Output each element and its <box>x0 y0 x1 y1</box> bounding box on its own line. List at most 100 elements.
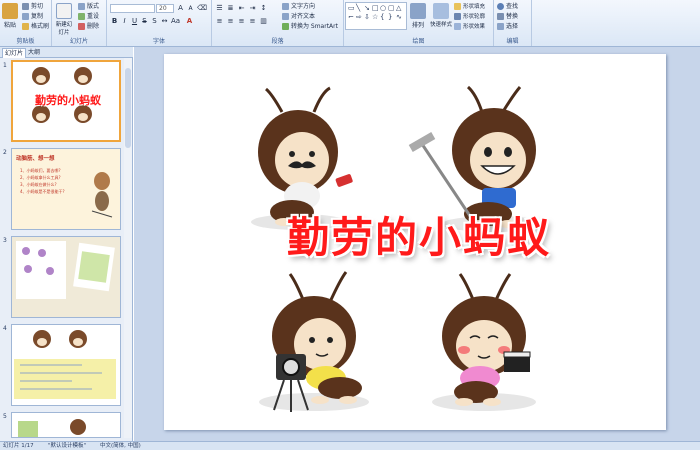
shape-outline-button[interactable]: 形状轮廓 <box>454 12 485 21</box>
paragraph-group: ☰ ≣ ⇤ ⇥ ↕ 文字方向 对齐文本 转换为 SmartArt ≡ ≡ ≡ ≡… <box>212 0 344 46</box>
cut-button[interactable]: 剪切 <box>22 2 43 11</box>
text-direction-button[interactable]: 文字方向 <box>282 2 315 11</box>
layout-button[interactable]: 版式 <box>78 2 99 11</box>
shrink-font-button[interactable]: A <box>186 4 195 13</box>
slide-number: 1 <box>3 62 7 69</box>
cursor-icon <box>497 23 504 30</box>
current-slide[interactable]: 勤劳的小蚂蚁 <box>164 54 666 430</box>
down-arrow-icon: ⇩ <box>364 13 370 21</box>
thumbnail-line: 2、小蚂蚁拿什么工具? <box>20 175 61 180</box>
effects-icon <box>454 23 461 30</box>
right-arrow-icon: ⇨ <box>356 13 362 21</box>
editing-group: 查找 替换 选择 编辑 <box>494 0 532 46</box>
outline-pen-icon <box>454 13 461 20</box>
clipboard-group: 粘贴 剪切 复制 格式刷 剪贴板 <box>0 0 52 46</box>
align-text-button[interactable]: 对齐文本 <box>282 12 315 21</box>
align-right-icon[interactable]: ≡ <box>237 17 246 26</box>
arrange-button[interactable]: 排列 <box>410 3 426 29</box>
increase-indent-icon[interactable]: ⇥ <box>248 4 257 13</box>
slide-number: 3 <box>3 237 7 244</box>
slide-thumbnail-1[interactable]: 勤劳的小蚂蚁 <box>11 60 121 142</box>
italic-button[interactable]: I <box>120 17 129 26</box>
tab-slides[interactable]: 幻灯片 <box>2 48 27 58</box>
panel-scrollbar[interactable] <box>124 58 132 438</box>
font-name-select[interactable] <box>110 4 155 13</box>
triangle-icon: △ <box>396 4 402 12</box>
paste-icon <box>2 3 18 19</box>
brush-icon <box>22 23 29 30</box>
columns-icon[interactable]: ▥ <box>259 17 268 26</box>
clear-format-icon[interactable]: ⌫ <box>197 4 207 13</box>
align-center-icon[interactable]: ≡ <box>226 17 235 26</box>
scrollbar-thumb[interactable] <box>125 68 131 148</box>
grow-font-button[interactable]: A <box>176 4 185 13</box>
char-spacing-button[interactable]: ↔ <box>160 17 169 26</box>
reset-icon <box>78 13 85 20</box>
text-box-icon: ▭ <box>348 4 355 12</box>
font-group: 20 A A ⌫ B I U S S ↔ Aa A 字体 <box>107 0 212 46</box>
change-case-button[interactable]: Aa <box>171 17 180 26</box>
thumbnail-title: 勤劳的小蚂蚁 <box>35 94 101 107</box>
slide-thumbnail-4[interactable] <box>11 324 121 406</box>
find-button[interactable]: 查找 <box>497 2 518 11</box>
ants-thumbnail-image <box>14 330 116 399</box>
font-color-button[interactable]: A <box>185 17 194 26</box>
slides-group-label: 幻灯片 <box>69 38 88 45</box>
slides-group: 新建幻灯片 版式 重设 删除 幻灯片 <box>52 0 107 46</box>
font-size-select[interactable]: 20 <box>156 4 174 13</box>
shadow-button[interactable]: S <box>150 17 159 26</box>
collage-thumbnail-image <box>16 241 115 299</box>
rounded-rect-icon: ▢ <box>388 4 395 12</box>
connector-icon: ⌐ <box>348 13 354 21</box>
smartart-icon <box>282 23 289 30</box>
decrease-indent-icon[interactable]: ⇤ <box>237 4 246 13</box>
line-spacing-icon[interactable]: ↕ <box>259 4 268 13</box>
replace-button[interactable]: 替换 <box>497 12 518 21</box>
paste-button[interactable]: 粘贴 <box>2 3 18 29</box>
star-icon: ☆ <box>372 13 379 21</box>
thumbnail-line: 4、小蚂蚁是不是很能干? <box>20 189 65 194</box>
reset-button[interactable]: 重设 <box>78 12 99 21</box>
underline-button[interactable]: U <box>130 17 139 26</box>
slide-thumbnail-2[interactable]: 动脑筋、想一想 1、小蚂蚁们，要去哪? 2、小蚂蚁拿什么工具? 3、小蚂蚁在做什… <box>11 148 121 230</box>
new-slide-icon <box>56 3 72 19</box>
align-left-icon[interactable]: ≡ <box>215 17 224 26</box>
strikethrough-button[interactable]: S <box>140 17 149 26</box>
tab-outline[interactable]: 大纲 <box>26 48 42 57</box>
rectangle-icon: □ <box>372 4 379 12</box>
copy-button[interactable]: 复制 <box>22 12 43 21</box>
shape-effects-button[interactable]: 形状效果 <box>454 22 485 31</box>
scissors-icon <box>22 3 29 10</box>
binoculars-icon <box>497 3 504 10</box>
format-painter-button[interactable]: 格式刷 <box>22 22 49 31</box>
smartart-button[interactable]: 转换为 SmartArt <box>282 22 338 31</box>
select-button[interactable]: 选择 <box>497 22 518 31</box>
editing-group-label: 编辑 <box>506 38 519 45</box>
slide-thumbnail-3[interactable] <box>11 236 121 318</box>
shapes-gallery[interactable]: ▭ ╲ ↘ □ ○ ▢ △ ⌐ ⇨ ⇩ ☆ { } ∿ <box>345 2 407 30</box>
bold-button[interactable]: B <box>110 17 119 26</box>
ant-drawing-image <box>91 172 113 218</box>
slide-number: 2 <box>3 149 7 156</box>
numbering-icon[interactable]: ≣ <box>226 4 235 13</box>
font-group-label: 字体 <box>152 38 165 45</box>
slide-title[interactable]: 勤劳的小蚂蚁 <box>234 204 604 265</box>
slide-number: 5 <box>3 413 7 420</box>
bullets-icon[interactable]: ☰ <box>215 4 224 13</box>
new-slide-button[interactable]: 新建幻灯片 <box>54 3 74 36</box>
paragraph-group-label: 段落 <box>271 38 284 45</box>
justify-icon[interactable]: ≡ <box>248 17 257 26</box>
delete-slide-button[interactable]: 删除 <box>78 22 99 31</box>
layout-icon <box>78 3 85 10</box>
slide-thumbnail-5[interactable] <box>11 412 121 438</box>
arrow-line-icon: ↘ <box>364 4 370 12</box>
drawing-group-label: 绘图 <box>412 38 425 45</box>
shape-fill-button[interactable]: 形状填充 <box>454 2 485 11</box>
quick-styles-button[interactable]: 快速样式 <box>430 3 452 28</box>
brace-close-icon: } <box>388 13 393 21</box>
clipboard-group-label: 剪贴板 <box>16 38 35 45</box>
slides-panel: 幻灯片 大纲 1 勤劳的小蚂蚁 2 动脑筋、想一想 1、小蚂蚁们，要去哪? 2、… <box>0 47 133 441</box>
ribbon: 粘贴 剪切 复制 格式刷 剪贴板 新建幻灯片 版式 重设 删除 幻灯片 20 A… <box>0 0 700 47</box>
thumbnail-line: 1、小蚂蚁们，要去哪? <box>20 168 61 173</box>
quick-styles-icon <box>433 3 449 19</box>
